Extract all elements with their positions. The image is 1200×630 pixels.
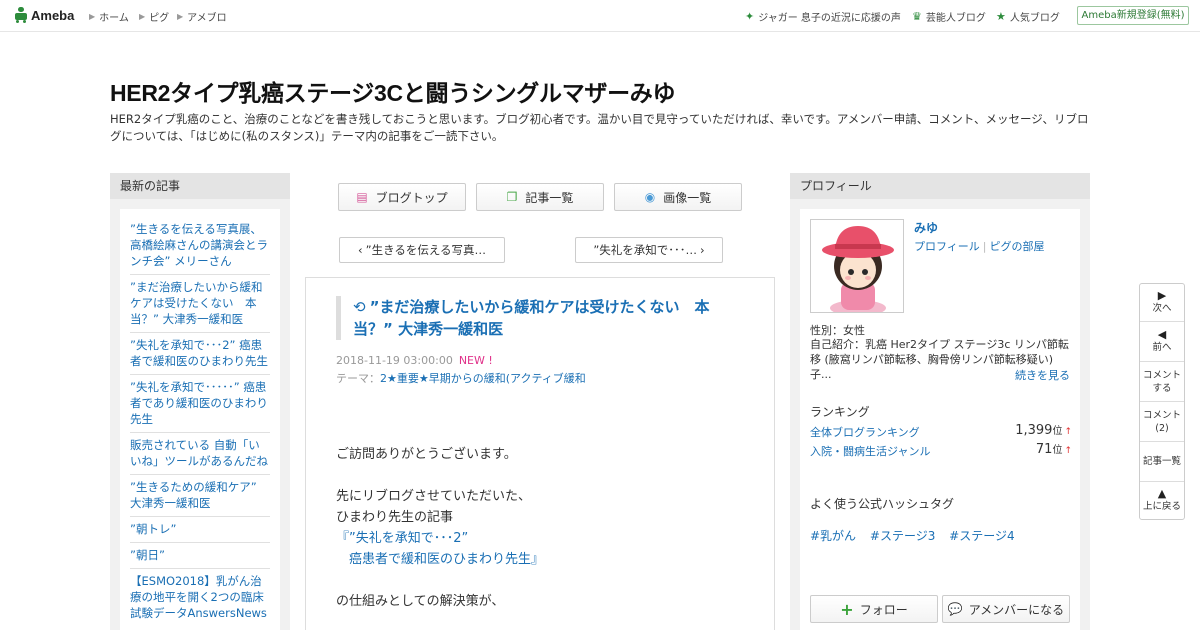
profile-links: プロフィール | ピグの部屋 bbox=[914, 240, 1045, 253]
plus-icon: + bbox=[840, 599, 854, 619]
article-paragraph: の仕組みとしての解決策が、 bbox=[336, 594, 505, 609]
ameba-logo-text: Ameba bbox=[31, 7, 75, 23]
image-list-button[interactable]: ◉ 画像一覧 bbox=[614, 183, 742, 211]
side-comments-count-button[interactable]: コメント (2) bbox=[1140, 402, 1184, 442]
ranking-heading: ランキング bbox=[810, 405, 870, 419]
prev-article-button[interactable]: ‹ ”生きるを伝える写真… bbox=[339, 237, 505, 263]
nav-pig[interactable]: ▶ ピグ bbox=[139, 9, 169, 24]
recent-articles-heading: 最新の記事 bbox=[110, 173, 290, 199]
side-next-button[interactable]: ▶ 次へ bbox=[1140, 284, 1184, 322]
ameba-logo-icon bbox=[14, 7, 28, 23]
side-comment-button[interactable]: コメント する bbox=[1140, 362, 1184, 402]
ranking-value: 1,399位 ↑ bbox=[1015, 423, 1072, 438]
hashtag-heading: よく使う公式ハッシュタグ bbox=[810, 497, 955, 511]
side-prev-button[interactable]: ◀ 前へ bbox=[1140, 322, 1184, 362]
new-badge: NEW ! bbox=[458, 354, 493, 367]
recent-article-item[interactable]: ”まだ治療したいから緩和ケアは受けたくない 本当？” 大津秀一緩和医 bbox=[130, 275, 270, 333]
next-article-button[interactable]: ”失礼を承知で･･･… › bbox=[575, 237, 723, 263]
recent-article-item[interactable]: 【ESMO2018】乳がん治療の地平を開く2つの臨床試験データAnswersNe… bbox=[130, 569, 270, 626]
read-more-link[interactable]: 続きを見る bbox=[1015, 367, 1070, 383]
article-paragraph: 先にリブログさせていただいた、 bbox=[336, 489, 532, 504]
ameba-logo[interactable]: Ameba bbox=[14, 7, 74, 23]
recent-articles-panel: 最新の記事 ”生きるを伝える写真展、高橋絵麻さんの講演会とランチ会” メリーさん… bbox=[110, 173, 290, 630]
nav-arrow-icon: ▶ bbox=[139, 12, 146, 21]
ranking-value: 71位 ↑ bbox=[1035, 442, 1072, 457]
hashtag-list: #乳がん #ステージ3 #ステージ4 bbox=[810, 527, 1025, 544]
floating-side-nav: ▶ 次へ ◀ 前へ コメント する コメント (2) 記事一覧 ▲ 上に戻る bbox=[1139, 283, 1185, 520]
recent-article-item[interactable]: 販売されている 自動「いいね」ツールがあるんだね bbox=[130, 433, 270, 475]
article-theme-link[interactable]: 2★重要★早期からの緩和(アクティブ緩和 bbox=[380, 372, 586, 385]
recent-articles-list: ”生きるを伝える写真展、高橋絵麻さんの講演会とランチ会” メリーさん ”まだ治療… bbox=[120, 209, 280, 630]
top-bar: Ameba ▶ ホーム ▶ ピグ ▶ アメブロ ✦ ジャガー 息子の近況に応援の声 ♛ 芸… bbox=[0, 0, 1200, 32]
side-article-list-button[interactable]: 記事一覧 bbox=[1140, 442, 1184, 482]
nav-arrow-icon: ▶ bbox=[177, 12, 184, 21]
document-icon: ▤ bbox=[356, 190, 368, 204]
blog-title[interactable]: HER2タイプ乳癌ステージ3Cと闘うシングルマザーみゆ bbox=[110, 74, 676, 108]
crown-icon: ♛ bbox=[912, 10, 922, 23]
article-body: ご訪問ありがとうございます。 先にリブログさせていただいた、 ひまわり先生の記事… bbox=[336, 444, 756, 612]
recent-article-item[interactable]: ”生きるための緩和ケア” 大津秀一緩和医 bbox=[130, 475, 270, 517]
celebrity-blog-link[interactable]: ♛ 芸能人ブログ bbox=[912, 9, 986, 24]
avatar[interactable] bbox=[810, 219, 904, 313]
profile-panel: プロフィール みゆ プロフィール | ピグの部屋 性別：女性 自己紹介：乳癌 H… bbox=[790, 173, 1090, 630]
recent-article-item[interactable]: ”朝日” bbox=[130, 543, 270, 569]
hashtag-link[interactable]: #ステージ4 bbox=[949, 529, 1014, 543]
hashtag-link[interactable]: #ステージ3 bbox=[870, 529, 935, 543]
quote-link[interactable]: 『”失礼を承知で･･･2” bbox=[336, 528, 756, 549]
follow-button[interactable]: + フォロー bbox=[810, 595, 938, 623]
register-button[interactable]: Ameba新規登録(無料) bbox=[1077, 6, 1189, 25]
triangle-left-icon: ◀ bbox=[1157, 328, 1167, 341]
copy-icon: ❐ bbox=[506, 190, 518, 204]
camera-icon: ◉ bbox=[644, 190, 656, 204]
article-paragraph: ひまわり先生の記事 bbox=[336, 510, 454, 525]
news-link[interactable]: ✦ ジャガー 息子の近況に応援の声 bbox=[745, 9, 901, 24]
genre-ranking-link[interactable]: 入院・闘病生活ジャンル bbox=[810, 445, 930, 458]
nav-home[interactable]: ▶ ホーム bbox=[89, 9, 129, 24]
nav-arrow-icon: ▶ bbox=[89, 12, 96, 21]
article-list-button[interactable]: ❐ 記事一覧 bbox=[476, 183, 604, 211]
amember-button[interactable]: 💬 アメンバーになる bbox=[942, 595, 1070, 623]
nav-ameblo[interactable]: ▶ アメブロ bbox=[177, 9, 227, 24]
recent-article-item[interactable]: ”生きるを伝える写真展、高橋絵麻さんの講演会とランチ会” メリーさん bbox=[130, 217, 270, 275]
hashtag-link[interactable]: #乳がん bbox=[810, 529, 856, 543]
recent-article-item[interactable]: ”失礼を承知で･････” 癌患者であり緩和医のひまわり先生 bbox=[130, 375, 270, 433]
triangle-up-icon: ▲ bbox=[1157, 487, 1167, 500]
profile-heading: プロフィール bbox=[790, 173, 1090, 199]
avatar-illustration bbox=[811, 220, 903, 312]
article-theme: テーマ：2★重要★早期からの緩和(アクティブ緩和 bbox=[336, 372, 586, 385]
ranking-row: 入院・闘病生活ジャンル 71位 ↑ bbox=[810, 442, 1072, 459]
rank-up-icon: ↑ bbox=[1064, 427, 1072, 437]
rank-up-icon: ↑ bbox=[1064, 446, 1072, 456]
chevron-left-icon: ‹ bbox=[358, 243, 363, 257]
blog-description: HER2タイプ乳癌のこと、治療のことなどを書き残しておこうと思います。ブログ初心… bbox=[110, 112, 1089, 143]
sparkle-icon: ✦ bbox=[745, 10, 755, 23]
ranking-row: 全体ブログランキング 1,399位 ↑ bbox=[810, 423, 1072, 440]
article: ⟲ ”まだ治療したいから緩和ケアは受けたくない 本当？” 大津秀一緩和医 2018… bbox=[305, 277, 775, 630]
triangle-right-icon: ▶ bbox=[1157, 289, 1167, 302]
blog-top-button[interactable]: ▤ ブログトップ bbox=[338, 183, 466, 211]
article-paragraph: ご訪問ありがとうございます。 bbox=[336, 447, 517, 462]
profile-gender: 性別：女性 bbox=[810, 324, 865, 337]
profile-card: みゆ プロフィール | ピグの部屋 性別：女性 自己紹介：乳癌 Her2タイプ ステ… bbox=[800, 209, 1080, 630]
recent-article-item[interactable]: ”朝トレ” bbox=[130, 517, 270, 543]
reblog-icon: ⟲ bbox=[353, 298, 366, 316]
recent-article-item[interactable]: ”失礼を承知で･･･2” 癌患者で緩和医のひまわり先生 bbox=[130, 333, 270, 375]
quote-link[interactable]: 癌患者で緩和医のひまわり先生』 bbox=[336, 549, 756, 570]
article-date: 2018-11-19 03:00:00 NEW ! bbox=[336, 354, 493, 367]
chat-icon: 💬 bbox=[947, 602, 963, 616]
profile-link[interactable]: プロフィール bbox=[914, 240, 980, 253]
chevron-right-icon: › bbox=[700, 243, 705, 257]
star-icon: ★ bbox=[996, 10, 1006, 23]
article-title[interactable]: ⟲ ”まだ治療したいから緩和ケアは受けたくない 本当？” 大津秀一緩和医 bbox=[336, 296, 746, 340]
side-back-to-top-button[interactable]: ▲ 上に戻る bbox=[1140, 482, 1184, 519]
overall-ranking-link[interactable]: 全体ブログランキング bbox=[810, 426, 920, 439]
pig-room-link[interactable]: ピグの部屋 bbox=[990, 240, 1045, 253]
profile-name[interactable]: みゆ bbox=[914, 219, 938, 236]
popular-blog-link[interactable]: ★ 人気ブログ bbox=[996, 9, 1060, 24]
